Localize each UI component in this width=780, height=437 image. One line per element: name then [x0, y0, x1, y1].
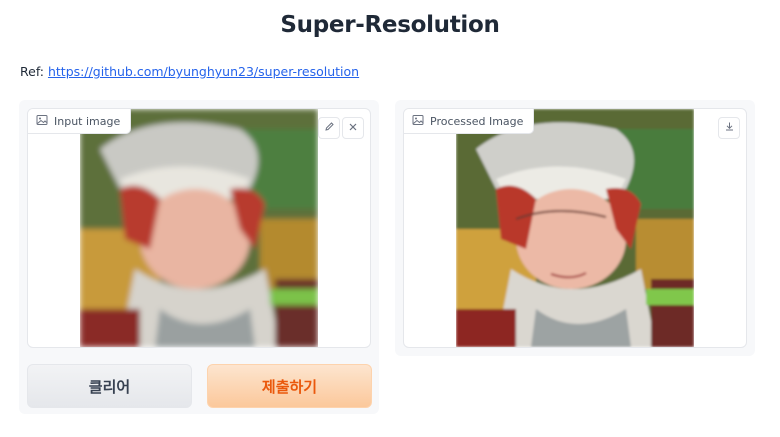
output-image-label: Processed Image — [404, 109, 535, 134]
input-image-box[interactable]: Input image — [27, 108, 371, 348]
image-icon — [412, 114, 424, 129]
reference-line: Ref: https://github.com/byunghyun23/supe… — [20, 64, 359, 79]
download-button[interactable] — [718, 117, 740, 139]
clear-button[interactable]: 클리어 — [27, 364, 192, 408]
output-panel: Processed Image — [395, 100, 755, 356]
ref-link[interactable]: https://github.com/byunghyun23/super-res… — [48, 64, 359, 79]
edit-button[interactable] — [318, 117, 340, 139]
processed-image — [456, 109, 694, 347]
page-title: Super-Resolution — [280, 12, 500, 38]
output-image-box: Processed Image — [403, 108, 747, 348]
close-icon — [348, 121, 358, 135]
clear-image-button[interactable] — [342, 117, 364, 139]
input-image — [80, 109, 318, 347]
pencil-icon — [324, 121, 335, 135]
input-label-text: Input image — [54, 114, 121, 128]
download-icon — [724, 121, 735, 135]
ref-label: Ref: — [20, 64, 44, 79]
submit-button[interactable]: 제출하기 — [207, 364, 372, 408]
image-icon — [36, 114, 48, 129]
output-label-text: Processed Image — [430, 114, 524, 128]
input-panel: Input image 클리어 제출하기 — [19, 100, 379, 414]
input-image-label: Input image — [28, 109, 132, 134]
